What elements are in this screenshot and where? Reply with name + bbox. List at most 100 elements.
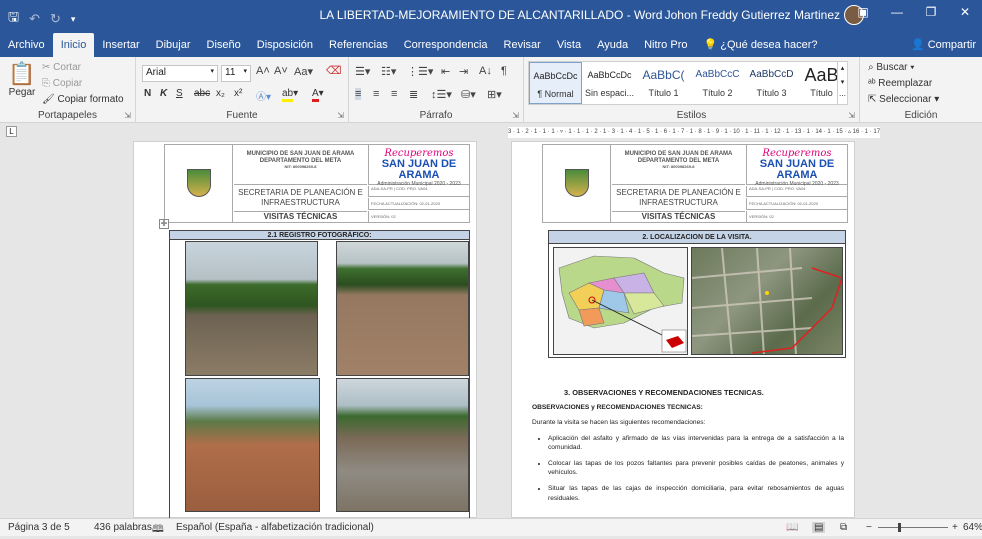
dialog-launcher-icon[interactable]: ⇲ — [337, 111, 344, 120]
find-button[interactable]: ⌕ Buscar ▾ — [868, 62, 915, 73]
document-area[interactable]: MUNICIPIO DE SAN JUAN DE ARAMA DEPARTAME… — [0, 141, 982, 518]
proofing-icon[interactable]: 🕮 — [152, 522, 164, 539]
save-icon[interactable]: 🖫 — [8, 8, 19, 30]
font-group-label: Fuente — [226, 110, 258, 121]
shading-button[interactable]: ⛁▾ — [461, 88, 476, 101]
horizontal-ruler[interactable]: 3 · 1 · 2 · 1 · 1 · 1 · ▿ · 1 · 1 · 1 · … — [508, 127, 880, 138]
align-right-button[interactable]: ≡ — [391, 88, 397, 100]
line-spacing-icon: ↕☰▾ — [431, 89, 452, 101]
page-count[interactable]: Página 3 de 5 — [8, 522, 70, 533]
format-painter-button[interactable]: 🖌 Copiar formato — [42, 94, 124, 105]
share-label: Compartir — [927, 39, 976, 51]
style-normal[interactable]: AaBbCcDc ¶ Normal — [529, 62, 582, 104]
tab-inicio[interactable]: Inicio — [52, 33, 95, 57]
font-name-select[interactable]: Arial ▾ — [142, 65, 218, 82]
tab-diseno[interactable]: Diseño — [199, 33, 249, 57]
decrease-indent-button[interactable]: ⇤ — [441, 65, 450, 78]
tell-me-search[interactable]: 💡 ¿Qué desea hacer? — [695, 33, 825, 57]
replace-button[interactable]: ᵃᵇ Reemplazar — [868, 78, 932, 89]
web-layout-icon[interactable]: ⧉ — [840, 522, 847, 533]
close-icon[interactable]: ✕ — [948, 0, 982, 24]
tab-archivo[interactable]: Archivo — [0, 33, 53, 57]
sort-button[interactable]: A↓ — [479, 65, 492, 77]
restore-icon[interactable]: ❐ — [914, 0, 948, 24]
paste-button[interactable]: 📋 Pegar — [6, 61, 38, 98]
shrink-font-button[interactable]: A˅ — [274, 65, 288, 77]
photo-flooded-road[interactable] — [336, 378, 469, 512]
redo-icon[interactable]: ↻ — [50, 11, 61, 27]
bullets-button[interactable]: ☰▾ — [355, 65, 370, 78]
read-mode-icon[interactable]: 📖 — [786, 522, 798, 533]
print-layout-icon[interactable]: ▤ — [812, 522, 826, 533]
style-heading-1[interactable]: AaBbC(Título 1 — [637, 62, 690, 104]
grow-font-button[interactable]: A˄ — [256, 65, 270, 77]
style-no-spacing[interactable]: AaBbCcDc Sin espaci... — [583, 62, 636, 104]
page-3[interactable]: MUNICIPIO DE SAN JUAN DE ARAMA DEPARTAME… — [133, 141, 477, 518]
tab-vista[interactable]: Vista — [549, 33, 589, 57]
table-move-handle-icon[interactable]: ✛ — [159, 219, 169, 229]
zoom-slider-thumb[interactable] — [897, 523, 901, 532]
language-indicator[interactable]: Español (España - alfabetización tradici… — [176, 522, 374, 533]
highlight-button[interactable]: ab▾ — [282, 88, 298, 102]
align-right-icon: ≡ — [391, 88, 398, 100]
page-4[interactable]: MUNICIPIO DE SAN JUAN DE ARAMA DEPARTAME… — [511, 141, 855, 518]
text-effects-button[interactable]: Ⓐ▾ — [256, 88, 271, 103]
tab-revisar[interactable]: Revisar — [496, 33, 549, 57]
zoom-level[interactable]: 64% — [963, 522, 982, 533]
italic-button[interactable]: K — [160, 88, 167, 99]
user-name[interactable]: Johon Freddy Gutierrez Martinez — [665, 8, 840, 22]
multilevel-button[interactable]: ⋮☰▾ — [407, 65, 433, 78]
coat-of-arms-icon — [187, 169, 211, 197]
dialog-launcher-icon[interactable]: ⇲ — [512, 111, 519, 120]
header-municipio: MUNICIPIO DE SAN JUAN DE ARAMA DEPARTAME… — [612, 145, 745, 185]
photo-yard-tires[interactable] — [185, 378, 320, 512]
dialog-launcher-icon[interactable]: ⇲ — [848, 111, 855, 120]
borders-button[interactable]: ⊞▾ — [487, 88, 502, 101]
increase-indent-button[interactable]: ⇥ — [459, 65, 468, 78]
font-color-button[interactable]: A▾ — [312, 88, 324, 102]
pilcrow-icon: ¶ — [501, 65, 507, 77]
clear-format-button[interactable]: ⌫ — [326, 64, 342, 77]
change-case-button[interactable]: Aa▾ — [294, 65, 313, 78]
subscript-button[interactable]: x₂ — [216, 88, 225, 99]
underline-button[interactable]: S — [176, 88, 183, 99]
style-heading-3[interactable]: AaBbCcD Título 3 — [745, 62, 798, 104]
tab-insertar[interactable]: Insertar — [94, 33, 147, 57]
minimize-icon[interactable]: — — [880, 0, 914, 24]
word-count[interactable]: 436 palabras — [94, 522, 152, 533]
share-button[interactable]: 👤 Compartir — [911, 33, 976, 57]
zoom-slider[interactable] — [878, 523, 948, 532]
copy-button[interactable]: ⎘ Copiar — [42, 78, 82, 89]
styles-scroll[interactable]: ▴ ▾ ⋯ — [837, 62, 847, 104]
photo-road-2[interactable] — [336, 241, 469, 376]
strikethrough-button[interactable]: abc — [194, 88, 210, 99]
tab-correspondencia[interactable]: Correspondencia — [396, 33, 496, 57]
superscript-button[interactable]: x² — [234, 88, 242, 99]
tab-referencias[interactable]: Referencias — [321, 33, 396, 57]
regional-map[interactable] — [553, 247, 688, 355]
ribbon-display-icon[interactable]: ▣ — [846, 0, 880, 24]
tab-dibujar[interactable]: Dibujar — [148, 33, 199, 57]
photo-road-1[interactable] — [185, 241, 318, 376]
select-button[interactable]: ⇱ Seleccionar ▾ — [868, 94, 939, 105]
dialog-launcher-icon[interactable]: ⇲ — [124, 111, 131, 120]
numbering-button[interactable]: ☷▾ — [381, 65, 396, 78]
align-center-button[interactable]: ≡ — [373, 88, 379, 100]
satellite-map[interactable] — [691, 247, 843, 355]
justify-button[interactable]: ≣ — [409, 88, 418, 101]
style-heading-2[interactable]: AaBbCcC Título 2 — [691, 62, 744, 104]
show-marks-button[interactable]: ¶ — [501, 65, 507, 77]
tab-nitro-pro[interactable]: Nitro Pro — [636, 33, 695, 57]
tab-ayuda[interactable]: Ayuda — [589, 33, 636, 57]
customize-icon[interactable]: ▾ — [71, 14, 76, 25]
undo-icon[interactable]: ↶ — [29, 11, 40, 27]
cut-button[interactable]: ✂ Cortar — [42, 62, 81, 73]
bold-button[interactable]: N — [144, 88, 151, 99]
font-size-select[interactable]: 11 ▾ — [221, 65, 251, 82]
tab-selector-icon[interactable]: L — [6, 126, 17, 137]
zoom-in-icon[interactable]: + — [952, 522, 958, 533]
line-spacing-button[interactable]: ↕☰▾ — [431, 88, 452, 101]
tab-disposicion[interactable]: Disposición — [249, 33, 321, 57]
align-left-button[interactable]: ≡ — [355, 88, 362, 100]
zoom-out-icon[interactable]: − — [866, 522, 872, 533]
